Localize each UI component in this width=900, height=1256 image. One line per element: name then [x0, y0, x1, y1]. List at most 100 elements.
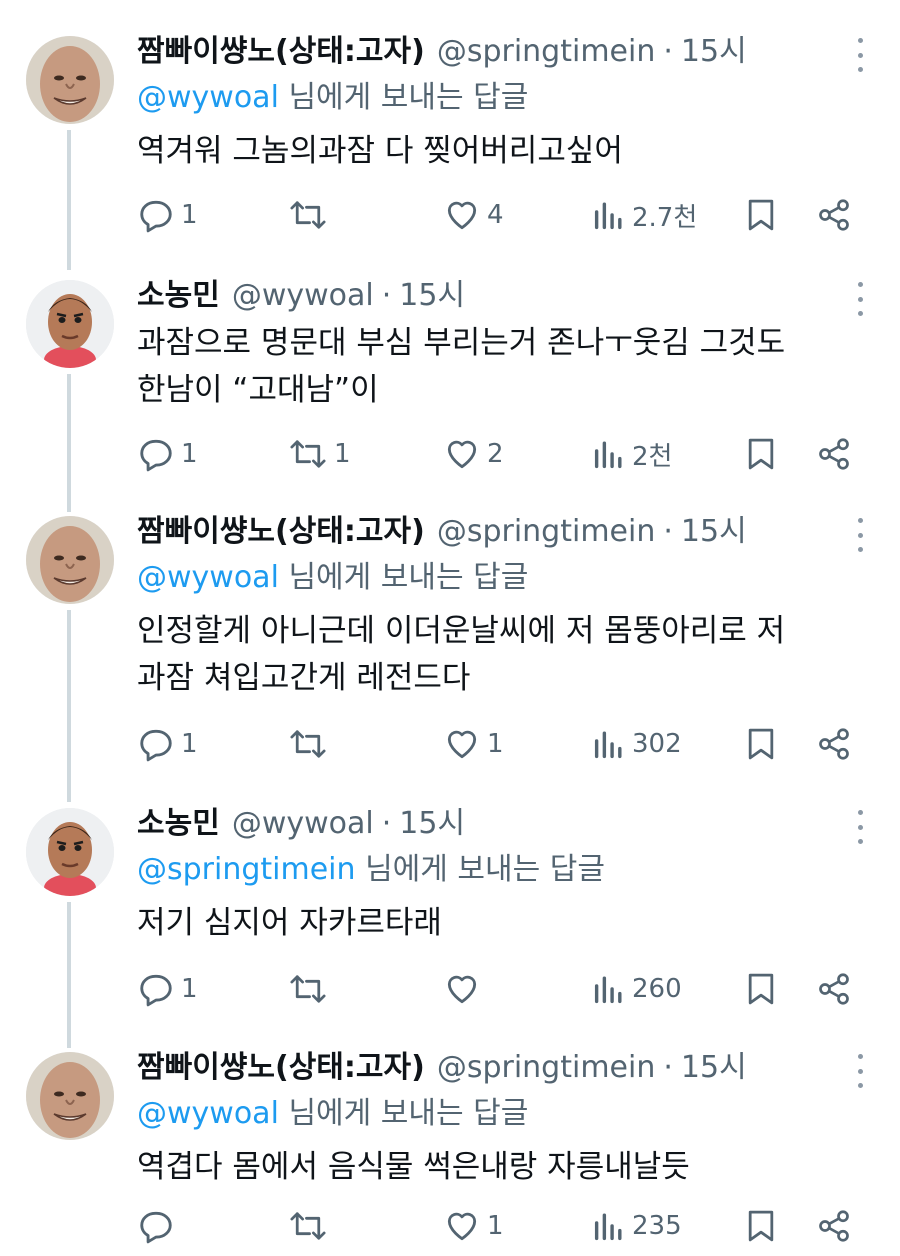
like-count: 1 — [487, 729, 504, 759]
display-name[interactable]: 소농민 — [137, 802, 220, 846]
share-button[interactable] — [816, 1204, 852, 1248]
retweet-button[interactable] — [288, 193, 334, 237]
avatar-springtimein[interactable] — [26, 1052, 114, 1140]
reply-mention-link[interactable]: @wywoal — [137, 1096, 279, 1131]
tweet-text: 저기 심지어 자카르타래 — [137, 905, 442, 941]
tweet-text: 인정할게 아니근데 이더운날씨에 저 몸뚱아리로 저 과잠 쳐입고간게 레전드다 — [137, 613, 786, 696]
tweet-header: 짬빠이썅노(상태:고자) @springtimein · 15시 — [137, 30, 747, 74]
reply-to-label: 님에게 보내는 답글 — [278, 80, 529, 115]
retweet-icon — [290, 730, 326, 758]
reply-mention-link[interactable]: @wywoal — [137, 80, 279, 115]
retweet-icon — [290, 201, 326, 229]
views-button[interactable]: 2.7천 — [592, 193, 697, 237]
tweet[interactable]: 짬빠이썅노(상태:고자) @springtimein · 15시 @wywoal… — [0, 30, 900, 270]
analytics-icon — [594, 441, 622, 469]
bookmark-button[interactable] — [744, 722, 778, 766]
tweet-text: 역겹다 몸에서 음식물 썩은내랑 자릉내날듯 — [137, 1149, 690, 1185]
avatar-springtimein[interactable] — [26, 516, 114, 604]
retweet-button[interactable]: 1 — [288, 432, 351, 476]
reply-button[interactable]: 1 — [137, 967, 198, 1011]
reply-icon — [140, 1211, 172, 1244]
display-name[interactable]: 소농민 — [137, 274, 220, 318]
retweet-count: 1 — [334, 439, 351, 469]
user-handle[interactable]: @wywoal — [232, 802, 374, 846]
reply-to-label: 님에게 보내는 답글 — [355, 852, 605, 887]
share-button[interactable] — [816, 722, 852, 766]
bookmark-icon — [748, 973, 774, 1005]
views-button[interactable]: 2천 — [592, 432, 672, 476]
more-options-icon[interactable] — [856, 518, 864, 552]
timestamp[interactable]: 15시 — [399, 802, 465, 846]
like-button[interactable] — [443, 967, 487, 1011]
more-options-icon[interactable] — [856, 810, 864, 844]
avatar-springtimein[interactable] — [26, 36, 114, 124]
bookmark-icon — [748, 1210, 774, 1242]
reply-count: 1 — [181, 200, 198, 230]
more-options-icon[interactable] — [856, 282, 864, 316]
retweet-button[interactable] — [288, 967, 334, 1011]
display-name[interactable]: 짬빠이썅노(상태:고자) — [137, 510, 425, 554]
more-options-icon[interactable] — [856, 1054, 864, 1088]
user-handle[interactable]: @springtimein — [437, 510, 656, 554]
share-icon — [819, 438, 849, 470]
tweet[interactable]: 소농민 @wywoal · 15시 @springtimein 님에게 보내는 … — [0, 802, 900, 1048]
separator: · — [381, 278, 392, 313]
user-handle[interactable]: @springtimein — [437, 1046, 656, 1090]
bookmark-button[interactable] — [744, 432, 778, 476]
retweet-button[interactable] — [288, 1204, 334, 1248]
reply-icon — [140, 729, 172, 762]
timestamp[interactable]: 15시 — [681, 1046, 747, 1090]
timestamp[interactable]: 15시 — [681, 510, 747, 554]
reply-button[interactable]: 1 — [137, 722, 198, 766]
bald-face-avatar-icon — [26, 36, 114, 124]
more-options-icon[interactable] — [856, 38, 864, 72]
share-button[interactable] — [816, 432, 852, 476]
separator: · — [381, 806, 392, 841]
like-button[interactable]: 1 — [443, 722, 504, 766]
tweet-text: 과잠으로 명문대 부심 부리는거 존나ㅜ웃김 그것도 한남이 “고대남”이 — [137, 325, 786, 408]
bookmark-button[interactable] — [744, 967, 778, 1011]
reply-button[interactable]: 1 — [137, 193, 198, 237]
view-count: 260 — [632, 974, 682, 1004]
tweet-text: 역겨워 그놈의과잠 다 찢어버리고싶어 — [137, 133, 623, 169]
action-bar: 1 235 — [0, 1204, 900, 1248]
share-button[interactable] — [816, 967, 852, 1011]
views-button[interactable]: 260 — [592, 967, 682, 1011]
views-button[interactable]: 302 — [592, 722, 682, 766]
reply-mention-link[interactable]: @wywoal — [137, 560, 279, 595]
display-name[interactable]: 짬빠이썅노(상태:고자) — [137, 30, 425, 74]
tweet[interactable]: 짬빠이썅노(상태:고자) @springtimein · 15시 @wywoal… — [0, 1046, 900, 1256]
action-bar: 1 4 2.7천 — [0, 193, 900, 237]
reply-to-label: 님에게 보내는 답글 — [278, 560, 529, 595]
like-button[interactable]: 2 — [443, 432, 504, 476]
heart-icon — [447, 975, 477, 1004]
bald-face-avatar-icon — [26, 1052, 114, 1140]
tweet[interactable]: 소농민 @wywoal · 15시 과잠으로 명문대 부심 부리는거 존나ㅜ웃김… — [0, 274, 900, 512]
avatar-wywoal[interactable] — [26, 808, 114, 896]
user-handle[interactable]: @wywoal — [232, 274, 374, 318]
share-button[interactable] — [816, 193, 852, 237]
display-name[interactable]: 짬빠이썅노(상태:고자) — [137, 1046, 425, 1090]
timestamp[interactable]: 15시 — [681, 30, 747, 74]
bookmark-button[interactable] — [744, 1204, 778, 1248]
analytics-icon — [594, 1213, 622, 1241]
reply-button[interactable]: 1 — [137, 432, 198, 476]
analytics-icon — [594, 202, 622, 230]
user-handle[interactable]: @springtimein — [437, 30, 656, 74]
tweet-header: 소농민 @wywoal · 15시 — [137, 802, 465, 846]
reply-mention-link[interactable]: @springtimein — [137, 852, 356, 887]
view-count: 2천 — [632, 441, 673, 472]
bookmark-button[interactable] — [744, 193, 778, 237]
like-button[interactable]: 4 — [443, 193, 504, 237]
replying-to: @springtimein 님에게 보내는 답글 — [137, 848, 605, 892]
retweet-button[interactable] — [288, 722, 334, 766]
bald-face-avatar-icon — [26, 516, 114, 604]
timestamp[interactable]: 15시 — [399, 274, 465, 318]
action-bar: 1 260 — [0, 967, 900, 1011]
views-button[interactable]: 235 — [592, 1204, 682, 1248]
reply-button[interactable] — [137, 1204, 181, 1248]
tweet[interactable]: 짬빠이썅노(상태:고자) @springtimein · 15시 @wywoal… — [0, 510, 900, 802]
like-button[interactable]: 1 — [443, 1204, 504, 1248]
reply-icon — [140, 974, 172, 1007]
avatar-wywoal[interactable] — [26, 280, 114, 368]
